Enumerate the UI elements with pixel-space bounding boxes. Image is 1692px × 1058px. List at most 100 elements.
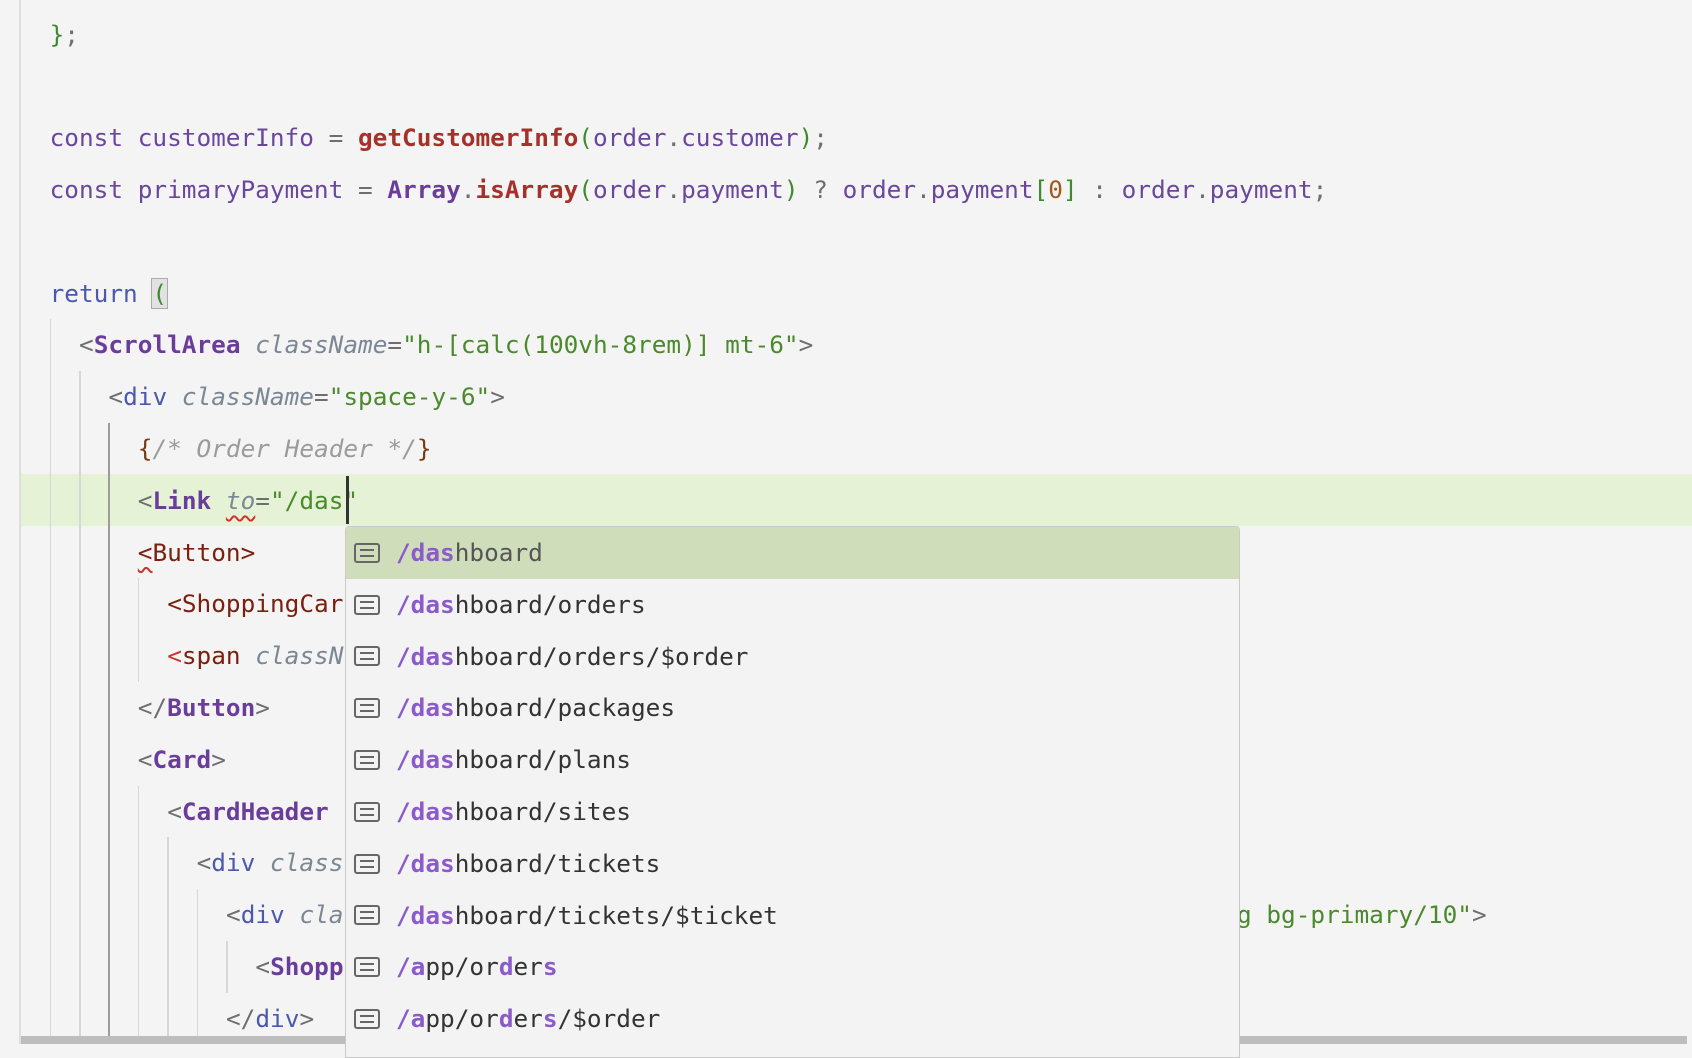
- code-token: <: [226, 900, 241, 930]
- code-token: }: [49, 19, 65, 49]
- indent-guide: [49, 319, 52, 372]
- indent-guide: [108, 578, 110, 631]
- autocomplete-item[interactable]: /dashboard/tickets/$ticket: [346, 890, 1239, 942]
- code-token: /$order: [557, 1004, 661, 1034]
- indent-guide: [79, 837, 81, 890]
- autocomplete-item[interactable]: /dashboard/orders/$order: [346, 631, 1239, 683]
- indent-guide: [108, 889, 110, 941]
- code-token: /das: [396, 693, 455, 723]
- code-token: /das: [396, 848, 455, 878]
- code-token: "/das": [269, 485, 359, 515]
- code-line[interactable]: <div class: [197, 837, 344, 889]
- code-token: >: [255, 693, 270, 722]
- autocomplete-item[interactable]: /app/orders/$order: [346, 993, 1239, 1045]
- code-line[interactable]: <div cla: [226, 889, 344, 941]
- code-line[interactable]: <Card>: [138, 734, 226, 786]
- code-token: ]: [1062, 175, 1078, 204]
- autocomplete-item-label: /app/orders/$order: [396, 993, 660, 1045]
- code-line[interactable]: };: [50, 9, 79, 61]
- text-entry-icon: [354, 801, 380, 822]
- indent-guide: [167, 941, 169, 993]
- code-token: ): [798, 123, 814, 153]
- indent-guide: [49, 423, 52, 475]
- indent-guide: [49, 371, 52, 423]
- code-token: hboard/tickets: [454, 848, 661, 878]
- indent-guide: [108, 526, 110, 579]
- indent-guide: [49, 785, 52, 838]
- indent-guide: [49, 630, 52, 682]
- indent-guide: [79, 941, 81, 993]
- text-entry-icon: [354, 853, 380, 874]
- indent-guide: [137, 785, 140, 838]
- code-token: /das: [396, 538, 455, 567]
- code-token: s: [542, 952, 558, 982]
- code-token: ?: [798, 175, 843, 204]
- code-line[interactable]: const customerInfo = getCustomerInfo(ord…: [50, 112, 828, 164]
- indent-guide: [79, 423, 81, 475]
- code-token: (: [578, 175, 593, 204]
- indent-guide: [108, 423, 110, 475]
- code-token: .: [916, 175, 931, 204]
- code-line[interactable]: return (: [50, 268, 169, 320]
- code-line[interactable]: {/* Order Header */}: [138, 423, 432, 475]
- code-token: Card: [152, 744, 212, 774]
- code-token: order: [1121, 175, 1196, 204]
- code-token: <: [167, 641, 182, 671]
- code-token: /das: [396, 589, 455, 619]
- autocomplete-item[interactable]: /dashboard/orders: [346, 579, 1239, 631]
- autocomplete-item[interactable]: /dashboard: [346, 527, 1239, 579]
- code-line[interactable]: <span classN: [167, 630, 343, 682]
- code-token: class: [270, 848, 344, 878]
- code-line[interactable]: <div className="space-y-6">: [108, 371, 505, 423]
- code-token: /a: [396, 952, 426, 982]
- autocomplete-item[interactable]: /dashboard/tickets: [346, 838, 1239, 890]
- text-entry-icon: [354, 750, 380, 771]
- code-line[interactable]: </Button>: [138, 682, 270, 734]
- code-token: .: [1195, 175, 1210, 204]
- indent-guide: [167, 837, 169, 890]
- autocomplete-popup[interactable]: /dashboard/dashboard/orders/dashboard/or…: [345, 526, 1240, 1058]
- code-line[interactable]: <ScrollArea className="h-[calc(100vh-8re…: [79, 319, 813, 371]
- indent-guide: [79, 526, 81, 579]
- code-line[interactable]: <Link to="/das": [138, 475, 358, 527]
- code-token: isArray: [475, 175, 579, 204]
- code-token: }: [416, 434, 432, 463]
- indent-guide: [137, 837, 140, 890]
- code-token: >: [299, 1003, 315, 1033]
- indent-guide: [49, 526, 52, 579]
- indent-guide: [108, 630, 110, 682]
- code-token: Shopp: [270, 952, 344, 981]
- code-token: CardHeader: [181, 796, 329, 826]
- code-token: >: [490, 382, 505, 412]
- autocomplete-item[interactable]: /dashboard/sites: [346, 786, 1239, 838]
- indent-guide: [49, 733, 52, 786]
- autocomplete-item[interactable]: /dashboard/plans: [346, 734, 1239, 786]
- code-line[interactable]: <CardHeader: [167, 786, 329, 838]
- code-token: <: [137, 744, 153, 774]
- code-token: er: [513, 1004, 543, 1034]
- autocomplete-item[interactable]: /dashboard/packages: [346, 682, 1239, 734]
- code-line[interactable]: const primaryPayment = Array.isArray(ord…: [50, 164, 1328, 216]
- code-token: hboard/tickets/$ticket: [454, 900, 778, 930]
- code-token: =: [255, 485, 270, 515]
- code-line[interactable]: <Shopp: [255, 941, 343, 993]
- indent-guide: [196, 941, 199, 993]
- autocomplete-item-label: /dashboard/tickets/$ticket: [396, 890, 778, 942]
- autocomplete-item[interactable]: /app/orders: [346, 941, 1239, 993]
- code-token: =: [387, 330, 403, 360]
- code-line-tail: g bg-primary/10">: [1237, 889, 1487, 941]
- code-token: >: [798, 330, 814, 360]
- code-token: >: [211, 744, 226, 774]
- code-token: to: [225, 485, 256, 515]
- code-token: d: [498, 952, 514, 982]
- autocomplete-item-label: /dashboard/sites: [396, 786, 631, 838]
- code-line[interactable]: <ShoppingCar: [167, 578, 343, 630]
- code-token: className: [181, 382, 314, 412]
- code-token: hboard/packages: [454, 693, 676, 723]
- code-line[interactable]: <Button>: [138, 527, 255, 579]
- indent-guide: [167, 889, 169, 941]
- code-token: ScrollArea: [93, 330, 241, 360]
